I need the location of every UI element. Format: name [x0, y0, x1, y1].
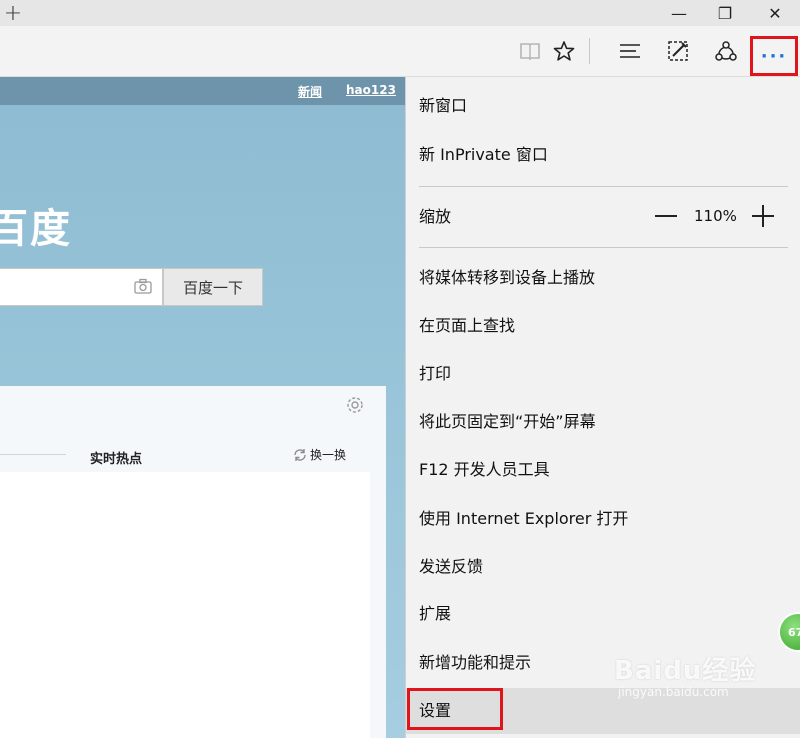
menu-item-open-with-ie[interactable]: 使用 Internet Explorer 打开 [419, 509, 628, 529]
menu-item-settings[interactable]: 设置 [419, 701, 451, 721]
tab-divider [0, 454, 66, 455]
reading-view-icon[interactable] [513, 34, 547, 68]
news-link[interactable]: 新闻 [298, 83, 322, 100]
more-actions-button[interactable]: ··· [753, 38, 795, 74]
menu-item-print[interactable]: 打印 [419, 364, 451, 384]
more-actions-menu: 新窗口 新 InPrivate 窗口 缩放 110% 将媒体转移到设备上播放 在… [405, 77, 800, 738]
browser-toolbar: ··· [0, 26, 800, 77]
menu-item-settings-row[interactable] [406, 688, 800, 734]
web-page: 新闻 hao123 百度 百度一下 实时热点 换一换 [0, 77, 405, 738]
page-top-bar: 新闻 hao123 [0, 77, 405, 105]
menu-divider [419, 186, 788, 187]
menu-item-new-inprivate-window[interactable]: 新 InPrivate 窗口 [419, 145, 548, 165]
hao123-link[interactable]: hao123 [346, 83, 396, 97]
menu-divider [419, 247, 788, 248]
refresh-icon [294, 448, 306, 461]
new-tab-button[interactable]: + [0, 0, 26, 26]
news-card: 实时热点 换一换 [0, 386, 386, 738]
refresh-label: 换一换 [310, 448, 347, 462]
menu-item-new-window[interactable]: 新窗口 [419, 96, 467, 116]
refresh-button[interactable]: 换一换 [292, 446, 346, 463]
menu-item-find-on-page[interactable]: 在页面上查找 [419, 316, 515, 336]
news-list-area [0, 472, 370, 738]
baidu-logo: 百度 [0, 206, 72, 252]
zoom-label: 缩放 [419, 207, 452, 226]
search-button[interactable]: 百度一下 [163, 268, 263, 306]
minimize-button[interactable]: — [656, 0, 702, 26]
menu-item-send-feedback[interactable]: 发送反馈 [419, 557, 483, 577]
close-button[interactable]: ✕ [752, 0, 798, 26]
toolbar-divider [589, 38, 590, 64]
menu-item-whats-new[interactable]: 新增功能和提示 [419, 653, 531, 673]
menu-item-extensions[interactable]: 扩展 [419, 604, 451, 624]
title-bar: + — ❐ ✕ [0, 0, 800, 26]
camera-icon[interactable] [134, 278, 152, 294]
zoom-level: 110% [694, 207, 737, 225]
menu-item-pin-to-start[interactable]: 将此页固定到“开始”屏幕 [419, 412, 596, 432]
web-note-icon[interactable] [661, 34, 695, 68]
share-icon[interactable] [709, 34, 743, 68]
zoom-out-button[interactable] [655, 215, 677, 217]
favorite-star-icon[interactable] [547, 34, 581, 68]
menu-item-cast-media[interactable]: 将媒体转移到设备上播放 [419, 268, 595, 288]
hot-topics-label[interactable]: 实时热点 [90, 448, 142, 467]
zoom-in-button[interactable] [752, 205, 774, 227]
restore-button[interactable]: ❐ [702, 0, 748, 26]
hub-icon[interactable] [613, 34, 647, 68]
menu-item-developer-tools[interactable]: F12 开发人员工具 [419, 460, 550, 480]
gear-icon[interactable] [346, 396, 364, 414]
